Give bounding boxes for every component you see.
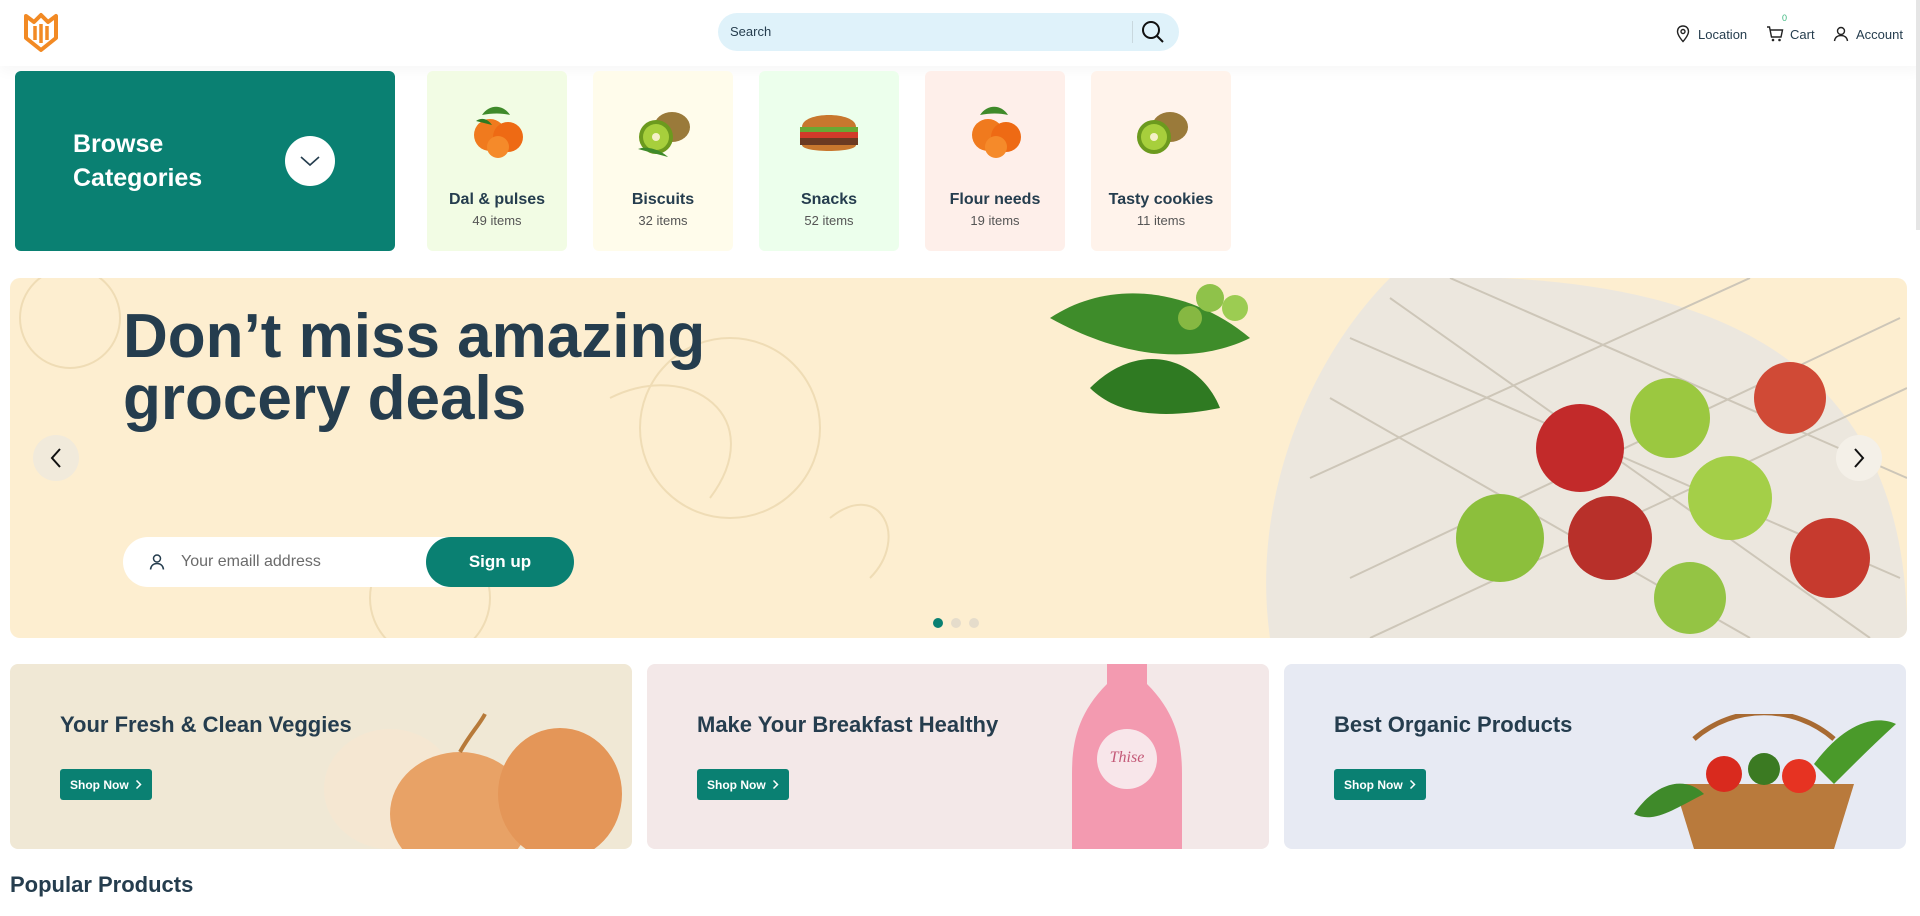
logo-icon[interactable]	[22, 12, 60, 52]
apples-in-bag-image	[1050, 278, 1907, 638]
category-count: 11 items	[1136, 213, 1186, 228]
hero-title-line1: Don’t miss amazing	[123, 302, 706, 371]
category-card[interactable]: Biscuits 32 items	[593, 71, 733, 251]
slider-next-button[interactable]	[1836, 435, 1882, 481]
shop-now-label: Shop Now	[70, 777, 129, 792]
user-icon	[149, 554, 165, 570]
slider-dot[interactable]	[951, 618, 961, 628]
nav-account[interactable]: Account	[1832, 24, 1903, 44]
chevron-right-icon	[772, 779, 779, 790]
category-name: Biscuits	[631, 191, 695, 208]
promo-banner: Thise Make Your Breakfast Healthy Shop N…	[647, 664, 1269, 849]
user-icon	[1833, 26, 1849, 42]
category-name: Flour needs	[949, 191, 1041, 208]
search-icon[interactable]	[1140, 19, 1166, 45]
category-name: Dal & pulses	[448, 191, 546, 208]
category-card[interactable]: Dal & pulses 49 items	[427, 71, 567, 251]
browse-categories-title: Browse Categories	[73, 130, 203, 192]
shop-now-label: Shop Now	[1344, 777, 1403, 792]
location-pin-icon	[1676, 25, 1690, 43]
category-card[interactable]: Flour needs 19 items	[925, 71, 1065, 251]
kiwi-image	[1137, 112, 1188, 154]
category-name: Snacks	[800, 191, 858, 208]
burger-image	[800, 115, 858, 151]
persimmon-image	[972, 106, 1021, 158]
nav-cart-label: Cart	[1790, 26, 1815, 42]
category-card[interactable]: Snacks 52 items	[759, 71, 899, 251]
banner-title: Best Organic Products	[1334, 712, 1573, 737]
nav-cart[interactable]: Cart	[1766, 24, 1815, 44]
slider-dot[interactable]	[933, 618, 943, 628]
page-scrollbar[interactable]	[1916, 0, 1920, 230]
persimmon-image	[474, 106, 523, 158]
search-divider	[1132, 21, 1133, 43]
slider-pagination	[933, 618, 979, 628]
milk-bottle-image: Thise	[1072, 664, 1182, 849]
slider-dot[interactable]	[969, 618, 979, 628]
category-count: 49 items	[472, 213, 522, 228]
chevron-right-icon	[135, 779, 142, 790]
onions-image	[324, 713, 622, 849]
kiwi-image	[638, 112, 690, 157]
promo-banner: Best Organic Products Shop Now	[1284, 664, 1906, 849]
site-header: Search Location 0 Cart Account	[0, 0, 1920, 66]
hero-title: Don’t miss amazing grocery deals	[123, 306, 705, 430]
nav-location[interactable]: Location	[1674, 24, 1747, 44]
svg-text:Thise: Thise	[1110, 749, 1145, 766]
nav-account-label: Account	[1856, 26, 1903, 42]
shop-now-label: Shop Now	[707, 777, 766, 792]
slider-prev-button[interactable]	[33, 435, 79, 481]
email-input[interactable]: Your emaill address	[181, 553, 321, 571]
promo-banner: Your Fresh & Clean Veggies Shop Now	[10, 664, 632, 849]
hero-title-line2: grocery deals	[123, 364, 527, 433]
category-count: 32 items	[638, 213, 688, 228]
search-input[interactable]: Search	[730, 24, 771, 39]
cart-icon	[1767, 26, 1784, 42]
shop-now-button[interactable]: Shop Now	[60, 769, 152, 800]
banner-title: Your Fresh & Clean Veggies	[60, 712, 352, 737]
chevron-down-icon	[300, 156, 320, 167]
cart-count-badge: 0	[1782, 13, 1788, 23]
chevron-left-icon	[50, 448, 61, 468]
browse-categories-toggle[interactable]	[285, 136, 335, 186]
nav-location-label: Location	[1698, 26, 1748, 42]
category-name: Tasty cookies	[1108, 191, 1214, 208]
category-count: 19 items	[970, 213, 1020, 228]
signup-button[interactable]: Sign up	[426, 537, 574, 587]
banner-title: Make Your Breakfast Healthy	[697, 712, 999, 737]
newsletter-form: Your emaill address Sign up	[123, 537, 574, 587]
shop-now-button[interactable]: Shop Now	[1334, 769, 1426, 800]
search-bar[interactable]: Search	[718, 13, 1179, 51]
shop-now-button[interactable]: Shop Now	[697, 769, 789, 800]
category-count: 52 items	[804, 213, 854, 228]
browse-categories-card[interactable]: Browse Categories	[15, 71, 395, 251]
vegetable-basket-image	[1634, 714, 1896, 849]
popular-products-heading: Popular Products	[10, 872, 194, 897]
category-card[interactable]: Tasty cookies 11 items	[1091, 71, 1231, 251]
hero-slider: Don’t miss amazing grocery deals Your em…	[10, 278, 1907, 638]
chevron-right-icon	[1409, 779, 1416, 790]
chevron-right-icon	[1854, 448, 1865, 468]
